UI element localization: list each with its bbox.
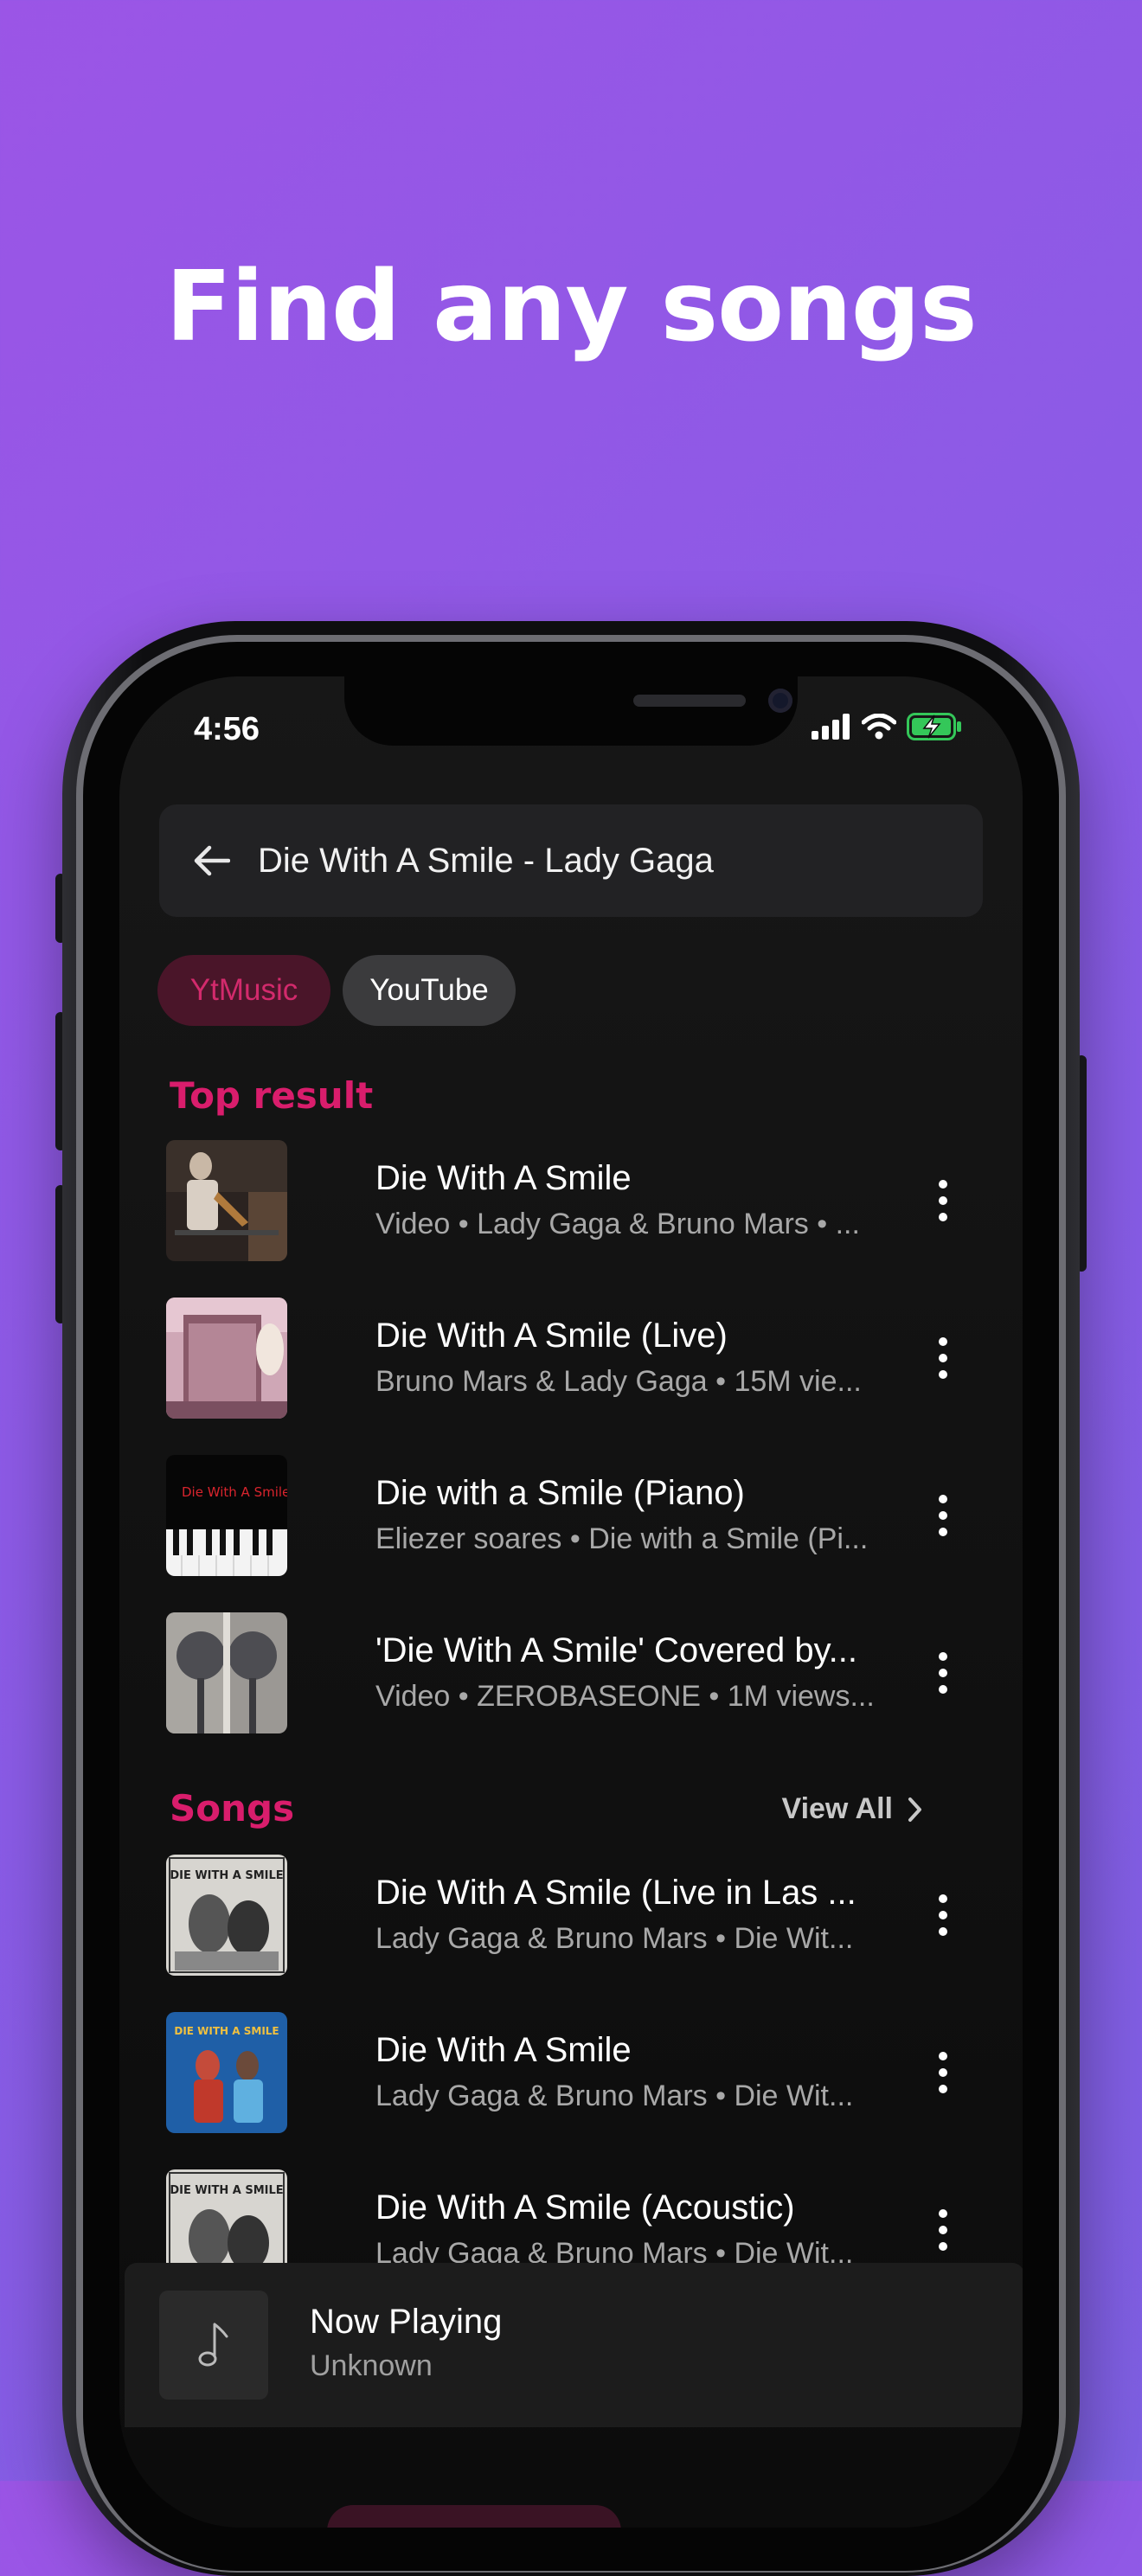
item-title: 'Die With A Smile' Covered by... — [375, 1631, 857, 1669]
mini-player[interactable]: Now Playing Unknown — [125, 2263, 1023, 2427]
thumbnail — [166, 1140, 287, 1261]
songs-title: Songs — [170, 1787, 295, 1829]
item-title: Die with a Smile (Piano) — [375, 1474, 745, 1512]
list-item[interactable]: DIE WITH A SMILE Die With A Smile Lady G… — [166, 2012, 979, 2137]
headline: Find any songs — [165, 251, 977, 363]
list-item[interactable]: Die With A Smile Video • Lady Gaga & Bru… — [166, 1140, 979, 1265]
arrow-back-icon[interactable] — [185, 835, 237, 887]
wifi-icon — [862, 714, 896, 740]
item-subtitle: Lady Gaga & Bruno Mars • Die Wit... — [375, 1922, 854, 1955]
nav-indicator — [327, 2505, 621, 2528]
more-vert-icon[interactable] — [934, 1495, 952, 1536]
more-vert-icon[interactable] — [934, 1337, 952, 1379]
more-vert-icon[interactable] — [934, 2209, 952, 2251]
more-vert-icon[interactable] — [934, 1652, 952, 1694]
thumbnail: Die With A Smile — [166, 1455, 287, 1576]
top-result-title: Top result — [170, 1074, 374, 1117]
more-vert-icon[interactable] — [934, 2052, 952, 2093]
notch — [344, 676, 798, 746]
thumbnail: DIE WITH A SMILE — [166, 1855, 287, 1976]
filter-chip-youtube[interactable]: YouTube — [343, 955, 516, 1026]
phone-screen: 4:56 Die With A Smile - Lady Gaga YtMusi — [119, 676, 1023, 2528]
view-all-button[interactable]: View All — [782, 1792, 925, 1826]
item-title: Die With A Smile — [375, 1159, 632, 1197]
list-item[interactable]: DIE WITH A SMILE Die With A Smile (Live … — [166, 1855, 979, 1979]
signal-icon — [812, 714, 850, 740]
svg-text:DIE WITH A SMILE: DIE WITH A SMILE — [170, 2184, 283, 2197]
list-item[interactable]: Die With A Smile (Live) Bruno Mars & Lad… — [166, 1298, 979, 1422]
list-item[interactable]: 'Die With A Smile' Covered by... Video •… — [166, 1612, 979, 1737]
view-all-label: View All — [781, 1792, 894, 1825]
item-subtitle: Eliezer soares • Die with a Smile (Pi... — [375, 1522, 869, 1555]
front-camera — [768, 689, 792, 713]
battery-charging-icon — [907, 713, 961, 740]
filter-chip-ytmusic[interactable]: YtMusic — [157, 955, 330, 1026]
mini-player-subtitle: Unknown — [310, 2349, 433, 2382]
svg-text:DIE WITH A SMILE: DIE WITH A SMILE — [170, 1869, 283, 1882]
list-item[interactable]: Die With A Smile Die with a Smile (Piano… — [166, 1455, 979, 1580]
status-time: 4:56 — [194, 711, 260, 747]
thumbnail — [166, 1612, 287, 1733]
item-title: Die With A Smile (Acoustic) — [375, 2188, 795, 2227]
item-subtitle: Bruno Mars & Lady Gaga • 15M vie... — [375, 1365, 862, 1398]
search-input[interactable]: Die With A Smile - Lady Gaga — [258, 842, 714, 881]
status-icons — [812, 713, 962, 740]
more-vert-icon[interactable] — [934, 1180, 952, 1221]
thumbnail: DIE WITH A SMILE — [166, 2012, 287, 2133]
speaker — [633, 695, 746, 707]
more-vert-icon[interactable] — [934, 1894, 952, 1936]
item-title: Die With A Smile — [375, 2031, 632, 2069]
item-subtitle: Video • Lady Gaga & Bruno Mars • ... — [375, 1208, 860, 1240]
svg-text:Die With A Smile: Die With A Smile — [182, 1484, 287, 1500]
search-bar[interactable]: Die With A Smile - Lady Gaga — [159, 804, 983, 917]
item-title: Die With A Smile (Live) — [375, 1317, 728, 1355]
music-note-icon — [159, 2291, 268, 2400]
svg-text:DIE WITH A SMILE: DIE WITH A SMILE — [174, 2025, 279, 2037]
item-subtitle: Video • ZEROBASEONE • 1M views... — [375, 1680, 875, 1713]
mini-player-title: Now Playing — [310, 2303, 503, 2341]
item-subtitle: Lady Gaga & Bruno Mars • Die Wit... — [375, 2079, 854, 2112]
chevron-right-icon — [908, 1797, 921, 1822]
item-title: Die With A Smile (Live in Las ... — [375, 1874, 856, 1912]
thumbnail — [166, 1298, 287, 1419]
